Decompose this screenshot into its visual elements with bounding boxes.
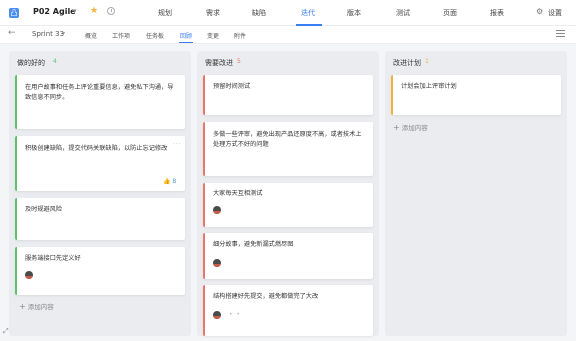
avatar: [213, 311, 221, 319]
top-nav: 凸 P02 Agile ▾ ★ 规划 需求 缺陷 迭代 版本 测试 页面 报表 …: [0, 0, 576, 26]
avatar: [25, 271, 33, 279]
clock-icon[interactable]: [107, 7, 115, 15]
card-text: 服务端接口先定义好: [25, 255, 81, 262]
gear-icon[interactable]: ⚙: [536, 7, 543, 16]
card-accent: [203, 75, 205, 115]
card-text: 多做一些评审，避免出现产品还原度不高，或者技术上处理方式不好的问题: [213, 131, 362, 148]
active-subtab-indicator: [179, 42, 193, 43]
project-name[interactable]: P02 Agile: [33, 7, 76, 16]
retro-card[interactable]: 预留时间测试: [203, 75, 373, 115]
subtab-changes[interactable]: 变更: [207, 31, 219, 40]
card-text: 在用户故事和任务上评论重要信息，避免私下沟通，导致信息不同步。: [25, 84, 174, 101]
subtab-retrospective[interactable]: 回顾: [180, 31, 192, 40]
nav-tab-testing[interactable]: 测试: [396, 8, 410, 18]
retro-card[interactable]: 计划会加上评审计划: [391, 75, 561, 115]
retro-card[interactable]: 服务端接口先定义好: [15, 247, 185, 295]
card-accent: [15, 247, 17, 295]
chevron-down-icon[interactable]: ▾: [73, 7, 77, 15]
column-improvement-plan: 改进计划 1 计划会加上评审计划 + 添加内容: [385, 51, 567, 336]
card-text: 积极创建缺陷，提交代码关联缺陷，以防止忘记修改: [25, 145, 168, 152]
column-title: 改进计划: [393, 59, 421, 67]
card-text: 细分故事，避免新漏式燃尽图: [213, 241, 294, 248]
subtab-workitems[interactable]: 工作项: [112, 31, 130, 40]
card-accent: [15, 198, 17, 240]
column-count: 4: [53, 58, 57, 65]
card-accent: [15, 136, 17, 191]
retro-card[interactable]: 积极创建缺陷，提交代码关联缺陷，以防止忘记修改 ··· 👍 8: [15, 136, 185, 191]
add-content-button[interactable]: + 添加内容: [19, 301, 54, 311]
column-title: 需要改进: [205, 59, 233, 67]
retro-card[interactable]: 多做一些评审，避免出现产品还原度不高，或者技术上处理方式不好的问题: [203, 122, 373, 176]
nav-tab-versions[interactable]: 版本: [347, 8, 361, 18]
chevron-down-icon[interactable]: ▾: [62, 30, 65, 37]
sub-nav: ← Sprint 33 ▾ 概览 工作项 任务板 回顾 变更 附件: [0, 26, 576, 44]
card-text: 及时规避风险: [25, 206, 63, 213]
plus-icon: +: [393, 123, 400, 132]
card-accent: [203, 183, 205, 227]
retro-board: 做的好的 4 在用户故事和任务上评论重要信息，避免私下沟通，导致信息不同步。 积…: [0, 44, 576, 341]
nav-tab-plan[interactable]: 规划: [158, 8, 172, 18]
column-title: 做的好的: [17, 59, 45, 67]
nav-tab-pages[interactable]: 页面: [443, 8, 457, 18]
list-view-icon[interactable]: [556, 30, 565, 38]
retro-card[interactable]: 在用户故事和任务上评论重要信息，避免私下沟通，导致信息不同步。: [15, 75, 185, 129]
like-badge[interactable]: 👍 8: [163, 178, 176, 185]
settings-button[interactable]: 设置: [548, 8, 562, 18]
column-count: 5: [237, 58, 241, 65]
card-text: 结构搭建好先提交，避免都做完了大改: [213, 293, 319, 300]
nav-tab-iterations[interactable]: 迭代: [301, 8, 315, 18]
subtab-attachments[interactable]: 附件: [234, 31, 246, 40]
column-count: 1: [425, 58, 429, 65]
sprint-selector[interactable]: Sprint 33: [32, 30, 64, 38]
reactions-icon[interactable]: • •: [229, 311, 241, 318]
card-text: 预留时间测试: [213, 83, 251, 90]
retro-card[interactable]: 大家每天互相测试: [203, 183, 373, 227]
more-options-icon[interactable]: ···: [173, 141, 182, 148]
nav-tab-defects[interactable]: 缺陷: [252, 8, 266, 18]
back-arrow-icon[interactable]: ←: [8, 28, 16, 38]
card-accent: [203, 233, 205, 279]
nav-tab-reports[interactable]: 报表: [490, 8, 504, 18]
retro-card[interactable]: 细分故事，避免新漏式燃尽图: [203, 233, 373, 279]
retro-card[interactable]: 及时规避风险: [15, 198, 185, 240]
subtab-taskboard[interactable]: 任务板: [146, 31, 164, 40]
card-accent: [203, 122, 205, 176]
subtab-overview[interactable]: 概览: [85, 31, 97, 40]
card-accent: [15, 75, 17, 129]
star-icon[interactable]: ★: [90, 6, 98, 16]
project-icon: 凸: [9, 8, 19, 18]
card-text: 计划会加上评审计划: [401, 83, 457, 90]
card-accent: [203, 285, 205, 336]
column-needs-improvement: 需要改进 5 预留时间测试 多做一些评审，避免出现产品还原度不高，或者技术上处理…: [197, 51, 379, 336]
add-content-button[interactable]: + 添加内容: [393, 122, 428, 132]
avatar: [213, 259, 221, 267]
column-went-well: 做的好的 4 在用户故事和任务上评论重要信息，避免私下沟通，导致信息不同步。 积…: [9, 51, 191, 336]
plus-icon: +: [19, 302, 26, 311]
retro-card[interactable]: 结构搭建好先提交，避免都做完了大改 • •: [203, 285, 373, 336]
card-accent: [391, 75, 393, 115]
expand-icon[interactable]: ⤢: [3, 327, 9, 336]
card-text: 大家每天互相测试: [213, 190, 263, 197]
avatar: [213, 206, 221, 214]
nav-tab-requirements[interactable]: 需求: [206, 8, 220, 18]
